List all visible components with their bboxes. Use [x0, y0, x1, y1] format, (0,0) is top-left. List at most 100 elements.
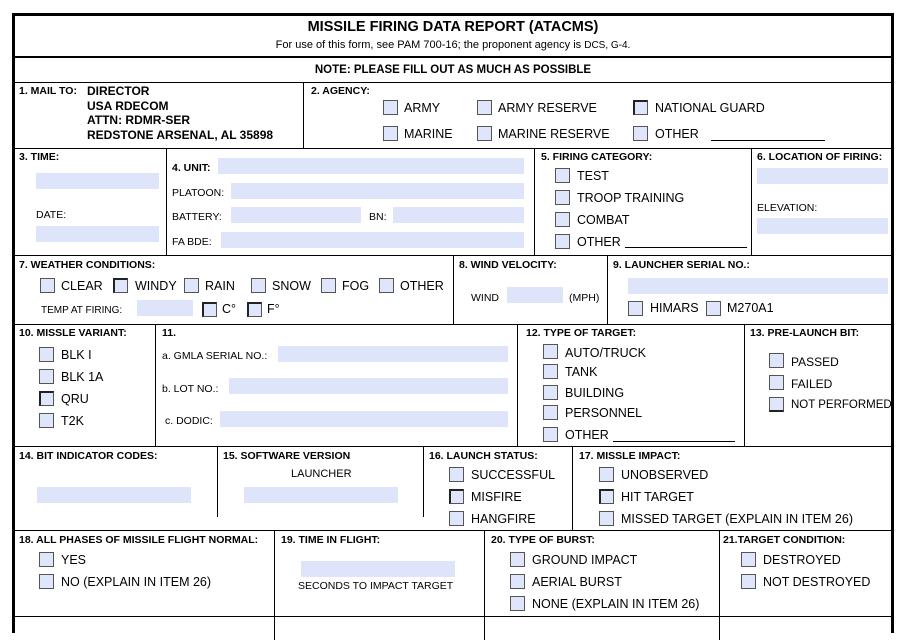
burst-none-checkbox[interactable]	[510, 596, 525, 611]
target-building-checkbox[interactable]	[543, 385, 558, 400]
platoon-input[interactable]	[231, 183, 524, 199]
agency-other-checkbox[interactable]	[633, 126, 648, 141]
weather-windy-checkbox[interactable]	[113, 278, 128, 293]
elevation-input[interactable]	[757, 218, 888, 234]
agency-marine-checkbox[interactable]	[383, 126, 398, 141]
category-troop-training-checkbox[interactable]	[555, 190, 570, 205]
variant-blk1a-checkbox[interactable]	[39, 369, 54, 384]
condition-not-destroyed-checkbox[interactable]	[741, 574, 756, 589]
launch-hangfire-checkbox[interactable]	[449, 511, 464, 526]
weather-fog-checkbox[interactable]	[321, 278, 336, 293]
burst-none-label: NONE (EXPLAIN IN ITEM 26)	[532, 597, 700, 611]
divider	[15, 324, 891, 325]
wind-input[interactable]	[507, 287, 563, 303]
weather-snow-checkbox[interactable]	[251, 278, 266, 293]
divider	[751, 148, 752, 255]
burst-aerial-checkbox[interactable]	[510, 574, 525, 589]
launcher-serial-input[interactable]	[628, 278, 888, 294]
variant-blk1-checkbox[interactable]	[39, 347, 54, 362]
battery-input[interactable]	[231, 207, 361, 223]
gmla-serial-input[interactable]	[278, 346, 508, 362]
bit-passed-checkbox[interactable]	[769, 353, 784, 368]
impact-unobserved-checkbox[interactable]	[599, 467, 614, 482]
temp-fahrenheit-checkbox[interactable]	[247, 302, 262, 317]
bit-not-performed-checkbox[interactable]	[769, 397, 784, 412]
target-personnel-checkbox[interactable]	[543, 405, 558, 420]
location-input[interactable]	[757, 168, 888, 184]
impact-hit-target-checkbox[interactable]	[599, 489, 614, 504]
category-other-input[interactable]	[625, 247, 747, 248]
fa-bde-label: FA BDE:	[172, 236, 212, 248]
agency-other-input[interactable]	[711, 140, 825, 141]
weather-other-checkbox[interactable]	[379, 278, 394, 293]
fa-bde-input[interactable]	[221, 232, 524, 248]
prelaunch-bit-label: 13. PRE-LAUNCH BIT:	[750, 327, 860, 339]
impact-missed-target-checkbox[interactable]	[599, 511, 614, 526]
temp-input[interactable]	[137, 300, 193, 316]
unit-input[interactable]	[218, 158, 524, 174]
flight-normal-yes-checkbox[interactable]	[39, 552, 54, 567]
agency-army-reserve-checkbox[interactable]	[477, 100, 492, 115]
launch-misfire-checkbox[interactable]	[449, 489, 464, 504]
category-other-checkbox[interactable]	[555, 234, 570, 249]
variant-qru-checkbox[interactable]	[39, 391, 54, 406]
mail-line: REDSTONE ARSENAL, AL 35898	[87, 127, 274, 142]
target-auto-truck-checkbox[interactable]	[543, 344, 558, 359]
launch-successful-checkbox[interactable]	[449, 467, 464, 482]
category-other-label: OTHER	[577, 235, 621, 249]
time-in-flight-label: 19. TIME IN FLIGHT:	[281, 534, 381, 546]
date-input[interactable]	[36, 226, 159, 242]
launcher-himars-checkbox[interactable]	[628, 301, 643, 316]
bit-codes-label: 14. BIT INDICATOR CODES:	[19, 450, 158, 462]
category-test-checkbox[interactable]	[555, 168, 570, 183]
agency-army-checkbox[interactable]	[383, 100, 398, 115]
divider	[166, 148, 167, 255]
time-input[interactable]	[36, 173, 159, 189]
burst-ground-impact-checkbox[interactable]	[510, 552, 525, 567]
bit-codes-input[interactable]	[37, 487, 191, 503]
temp-celsius-checkbox[interactable]	[202, 302, 217, 317]
agency-national-guard-checkbox[interactable]	[633, 100, 648, 115]
dodic-input[interactable]	[220, 411, 508, 427]
bit-failed-label: FAILED	[791, 377, 833, 391]
condition-destroyed-checkbox[interactable]	[741, 552, 756, 567]
weather-snow-label: SNOW	[272, 279, 311, 293]
launcher-m270a1-label: M270A1	[727, 301, 774, 315]
category-combat-checkbox[interactable]	[555, 212, 570, 227]
divider	[15, 148, 891, 149]
bn-input[interactable]	[393, 207, 524, 223]
agency-other-label: OTHER	[655, 127, 699, 141]
agency-national-guard-label: NATIONAL GUARD	[655, 101, 765, 115]
lot-no-input[interactable]	[229, 378, 508, 394]
weather-clear-checkbox[interactable]	[40, 278, 55, 293]
flight-normal-no-checkbox[interactable]	[39, 574, 54, 589]
missile-impact-label: 17. MISSLE IMPACT:	[579, 450, 681, 462]
weather-label: 7. WEATHER CONDITIONS:	[19, 259, 156, 271]
category-troop-training-label: TROOP TRAINING	[577, 191, 685, 205]
agency-marine-reserve-checkbox[interactable]	[477, 126, 492, 141]
bn-label: BN:	[369, 211, 387, 223]
target-auto-truck-label: AUTO/TRUCK	[565, 346, 647, 360]
subtitle-text: For use of this form, see PAM 700-16; th…	[275, 39, 585, 51]
launcher-m270a1-checkbox[interactable]	[706, 301, 721, 316]
launch-hangfire-label: HANGFIRE	[471, 512, 536, 526]
variant-t2k-label: T2K	[61, 414, 84, 428]
target-tank-checkbox[interactable]	[543, 364, 558, 379]
launcher-himars-label: HIMARS	[650, 301, 699, 315]
target-other-checkbox[interactable]	[543, 427, 558, 442]
launch-status-label: 16. LAUNCH STATUS:	[429, 450, 538, 462]
bit-not-performed-label: NOT PERFORMED	[791, 399, 892, 411]
elevation-label: ELEVATION:	[757, 202, 818, 214]
target-personnel-label: PERSONNEL	[565, 406, 643, 420]
target-building-label: BUILDING	[565, 386, 625, 400]
weather-rain-checkbox[interactable]	[184, 278, 199, 293]
bit-failed-checkbox[interactable]	[769, 375, 784, 390]
divider	[15, 446, 891, 447]
variant-t2k-checkbox[interactable]	[39, 413, 54, 428]
divider	[607, 255, 608, 324]
target-other-input[interactable]	[613, 441, 735, 442]
temp-label: TEMP AT FIRING:	[41, 305, 123, 316]
software-version-input[interactable]	[244, 487, 398, 503]
time-in-flight-input[interactable]	[301, 561, 455, 577]
